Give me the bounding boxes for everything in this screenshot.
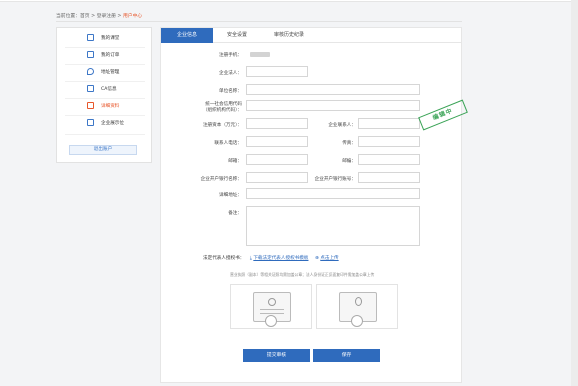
- sidebar: 我的课堂 我的订单 地址管理 CA信息 详细资料 企业展示位 退出账户: [56, 27, 152, 163]
- breadcrumb-separator: >: [115, 14, 123, 19]
- bank-account-input[interactable]: [358, 172, 420, 183]
- scrollbar[interactable]: [571, 0, 578, 386]
- add-image-icon: [351, 315, 363, 327]
- bank-name-input[interactable]: [246, 172, 308, 183]
- upload-card-license[interactable]: [230, 284, 312, 329]
- legal-person-label: 企业法人：: [219, 71, 242, 76]
- sidebar-item-label: 我的课堂: [101, 36, 120, 41]
- company-name-label: 单位名称：: [219, 89, 242, 94]
- contact-label: 企业联系人：: [328, 123, 356, 128]
- location-icon: [87, 68, 94, 75]
- address-input[interactable]: [246, 188, 420, 199]
- certificate-icon: [87, 85, 94, 92]
- profile-icon: [87, 102, 94, 109]
- email-label: 邮箱：: [228, 159, 242, 164]
- sidebar-item-orders[interactable]: 我的订单: [57, 47, 151, 64]
- calendar-icon: [87, 51, 94, 58]
- sidebar-item-ca-info[interactable]: CA信息: [57, 81, 151, 98]
- email-input[interactable]: [246, 154, 308, 165]
- phone-value-masked: [250, 52, 270, 57]
- breadcrumb-prefix: 当前位置：: [56, 14, 80, 19]
- sidebar-item-classroom[interactable]: 我的课堂: [57, 30, 151, 47]
- sidebar-item-label: 详细资料: [101, 104, 120, 109]
- breadcrumb-login[interactable]: 登录注册: [97, 14, 116, 19]
- remark-label: 备注：: [228, 211, 242, 216]
- seal-icon: [268, 298, 276, 306]
- address-label: 详细地址：: [219, 193, 242, 198]
- fax-label: 传真：: [342, 141, 356, 146]
- upload-note: 营业执照（副本）等相关证照均需加盖公章；法人身份证正反面复印件需加盖公章上传: [230, 272, 375, 277]
- upload-icon: ⊕: [314, 256, 319, 261]
- text-line: [260, 309, 284, 310]
- upload-link[interactable]: 点击上传: [320, 256, 338, 261]
- legal-person-input[interactable]: [246, 66, 308, 77]
- remark-textarea[interactable]: [246, 206, 420, 246]
- tab-company-info[interactable]: 企业信息: [161, 28, 213, 43]
- add-image-icon: [265, 315, 277, 327]
- logout-button[interactable]: 退出账户: [69, 145, 137, 155]
- authorization-row: 法定代表人授权书： ⤓ 下载法定代表人授权书模板 ⊕ 点击上传: [203, 255, 339, 261]
- breadcrumb-current: 用户中心: [122, 14, 143, 19]
- postcode-label: 邮编：: [342, 159, 356, 164]
- book-icon: [87, 34, 94, 41]
- sidebar-item-label: 我的订单: [101, 53, 120, 58]
- bank-name-label: 企业开户银行名称：: [200, 177, 242, 182]
- breadcrumb-home[interactable]: 首页: [80, 14, 90, 19]
- postcode-input[interactable]: [358, 154, 420, 165]
- main-panel: 企业信息 安全设置 审核历史纪录: [160, 27, 462, 383]
- bank-account-label: 企业开户银行账号：: [314, 177, 356, 182]
- person-icon: [355, 297, 362, 306]
- sidebar-item-label: 企业展示位: [101, 121, 124, 126]
- tab-review-history[interactable]: 审核历史纪录: [261, 28, 317, 43]
- capital-label: 注册资本（万元）：: [202, 123, 242, 128]
- save-button[interactable]: 保存: [313, 349, 380, 362]
- submit-review-button[interactable]: 提交审核: [243, 349, 310, 362]
- tab-bar: 企业信息 安全设置 审核历史纪录: [161, 28, 461, 43]
- sidebar-item-label: 地址管理: [101, 70, 120, 75]
- display-icon: [87, 119, 94, 126]
- download-icon: ⤓: [249, 256, 252, 261]
- text-line: [260, 313, 284, 314]
- sidebar-divider: [65, 134, 145, 135]
- contact-phone-input[interactable]: [246, 136, 308, 147]
- upload-card-idcard[interactable]: [316, 284, 398, 329]
- company-name-input[interactable]: [246, 84, 420, 95]
- download-template-link[interactable]: 下载法定代表人授权书模板: [253, 256, 308, 261]
- header-divider: [56, 21, 462, 22]
- contact-phone-label: 联系人电话：: [214, 141, 242, 146]
- capital-input[interactable]: [246, 118, 308, 129]
- contact-input[interactable]: [358, 118, 420, 129]
- sidebar-item-details[interactable]: 详细资料: [57, 98, 151, 115]
- sidebar-item-address[interactable]: 地址管理: [57, 64, 151, 81]
- sidebar-item-label: CA信息: [101, 87, 117, 92]
- sidebar-item-display[interactable]: 企业展示位: [57, 115, 151, 132]
- fax-input[interactable]: [358, 136, 420, 147]
- tab-security[interactable]: 安全设置: [217, 28, 257, 43]
- top-bar: [0, 0, 578, 2]
- credit-code-label-sub: （组织机构代码）：: [202, 108, 242, 113]
- breadcrumb-separator: >: [89, 14, 97, 19]
- breadcrumb: 当前位置：首页 > 登录注册 > 用户中心: [56, 12, 142, 19]
- phone-label: 注册手机：: [219, 53, 242, 58]
- authorization-label: 法定代表人授权书：: [203, 256, 245, 261]
- credit-code-input[interactable]: [246, 100, 420, 111]
